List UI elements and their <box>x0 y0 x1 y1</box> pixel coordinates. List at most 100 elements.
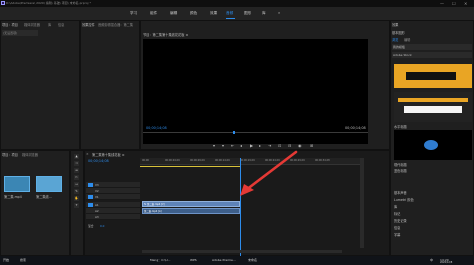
tab-info[interactable]: 信息 <box>58 22 64 27</box>
tab-audio-clip-mixer[interactable]: 音频剪辑混合器：第二集 <box>98 22 133 27</box>
lift-icon[interactable]: ⊡ <box>278 143 281 148</box>
workspace-assembly[interactable]: 组件 <box>150 11 157 16</box>
tab-effect-controls[interactable]: 效果控件 <box>82 22 95 27</box>
template-label-2: 现代标题 <box>394 163 407 167</box>
track-target-v3[interactable] <box>88 183 93 187</box>
essential-graphics-title[interactable]: 基本图形 <box>392 30 405 35</box>
step-back-icon[interactable]: ◂ <box>240 143 242 148</box>
compare-view-icon[interactable]: ⊞ <box>310 143 313 148</box>
template-tile-3[interactable] <box>394 130 472 160</box>
panel-markers[interactable]: 标记 <box>394 211 400 216</box>
mix-value[interactable]: 0.0 <box>100 224 104 228</box>
ruler-label-2: 00;00;09;29 <box>190 159 205 162</box>
ime-indicator[interactable]: 中 <box>430 258 433 262</box>
panel-captions[interactable]: 字幕 <box>394 232 400 237</box>
tab-browse[interactable]: 浏览 <box>392 37 398 42</box>
selection-tool-icon[interactable]: ▲ <box>74 154 79 159</box>
workspace-more[interactable]: » <box>278 11 280 15</box>
track-label-v1: V1 <box>95 195 99 199</box>
taskbar-date: 2020/12/8 <box>440 261 453 264</box>
pen-tool-icon[interactable]: ✎ <box>74 189 79 194</box>
project-panel <box>0 20 80 150</box>
panel-lumetri-color[interactable]: Lumetri 颜色 <box>394 197 414 202</box>
annotation-arrow <box>240 150 298 196</box>
timeline-tab-close[interactable]: × <box>86 152 89 156</box>
panel-history[interactable]: 历史记录 <box>394 218 407 223</box>
panel-libraries[interactable]: 库 <box>394 204 397 209</box>
export-frame-icon[interactable]: ◉ <box>298 143 302 148</box>
project-search-input[interactable]: (无设置项) <box>2 30 38 36</box>
clip-label-2: 第二集线... <box>36 195 52 199</box>
razor-tool-icon[interactable]: ✂ <box>74 175 79 180</box>
taskbar-app-explorer[interactable]: Meng：C:\U... <box>150 258 170 262</box>
close-window-button[interactable]: ✕ <box>464 1 467 6</box>
step-forward-icon[interactable]: ▸ <box>259 143 261 148</box>
mark-in-button[interactable]: ▾ <box>213 143 215 148</box>
workspace-learning[interactable]: 学习 <box>130 11 137 16</box>
clip-label-1: 第二集.mp4 <box>4 195 22 199</box>
track-label-a1: A1 <box>95 203 99 207</box>
slip-tool-icon[interactable]: ↔ <box>74 182 79 187</box>
video-clip[interactable]: fx 第二集.mp4 [V] <box>142 201 240 207</box>
program-playhead[interactable] <box>233 131 235 134</box>
start-button[interactable]: 开始 <box>3 258 9 262</box>
type-tool-icon[interactable]: T <box>74 203 79 208</box>
taskbar-search[interactable]: 搜索 <box>20 258 26 262</box>
tab-library[interactable]: 库 <box>48 22 51 27</box>
active-workspace-indicator <box>226 18 235 19</box>
track-select-tool-icon[interactable]: ⇒ <box>74 161 79 166</box>
audio-clip[interactable]: 第二集.mp4 [A] <box>142 208 240 214</box>
tab-edit[interactable]: 编辑 <box>404 37 410 42</box>
program-timecode-left[interactable]: 00;00;14;08 <box>146 126 167 130</box>
panel-info[interactable]: 信息 <box>394 225 400 230</box>
my-templates-select[interactable]: 我的模板 <box>392 44 472 50</box>
effects-header: 效果 <box>392 23 399 27</box>
windows-taskbar <box>0 256 474 265</box>
premiere-app-icon <box>1 1 5 5</box>
go-to-in-icon[interactable]: ⇤ <box>231 143 234 148</box>
template-label-3: 蓝色标题 <box>394 169 407 173</box>
ruler-label-0: 00;00 <box>142 159 149 162</box>
minimize-button[interactable]: — <box>440 1 444 6</box>
adobe-stock-option[interactable]: Adobe Stock <box>392 52 472 58</box>
timeline-vertical-scrollbar[interactable] <box>360 158 364 248</box>
go-to-out-icon[interactable]: ⇥ <box>268 143 271 148</box>
program-scrubber[interactable] <box>143 132 368 133</box>
template-tile-1[interactable] <box>394 64 472 88</box>
ruler-label-7: 00;00;34;28 <box>315 159 330 162</box>
workspace-graphics[interactable]: 图形 <box>244 11 251 16</box>
program-video-display <box>143 39 368 144</box>
workspace-editing[interactable]: 编辑 <box>170 11 177 16</box>
track-label-v2: V2 <box>95 189 99 193</box>
bin-tab-media-browser[interactable]: 媒体浏览器 <box>22 152 38 157</box>
play-button[interactable]: ▶ <box>250 143 253 148</box>
workspace-effects[interactable]: 效果 <box>210 11 217 16</box>
taskbar-app-premiere[interactable]: Adobe Premie... <box>212 258 236 262</box>
mark-out-button[interactable]: ▾ <box>222 143 224 148</box>
panel-basic-sound[interactable]: 基本声音 <box>394 190 407 195</box>
ruler-label-1: 00;00;04;29 <box>165 159 180 162</box>
maximize-button[interactable]: ☐ <box>452 1 456 6</box>
tab-project[interactable]: 项目：项目 <box>2 22 18 27</box>
work-area-bar[interactable] <box>140 166 240 167</box>
timeline-timecode[interactable]: 00;00;14;08 <box>88 159 109 163</box>
clip-thumbnail-1[interactable] <box>4 176 30 192</box>
hand-tool-icon[interactable]: ✋ <box>74 196 79 201</box>
timeline-sequence-tab[interactable]: 第二集第十集线花板 ≡ <box>92 152 124 157</box>
template-tile-2[interactable] <box>394 92 472 122</box>
program-monitor-title[interactable]: 节目：第二集第十集线花花板 ≡ <box>143 32 188 37</box>
bin-panel <box>0 150 70 256</box>
track-target-a1[interactable] <box>88 203 93 207</box>
taskbar-app-wps[interactable]: WPS <box>190 258 197 262</box>
track-target-v1[interactable] <box>88 195 93 199</box>
bin-tab-project[interactable]: 项目：项目 <box>2 152 18 157</box>
extract-icon[interactable]: ⊟ <box>288 143 291 148</box>
workspace-libraries[interactable]: 库 <box>262 11 266 16</box>
workspace-audio[interactable]: 音频 <box>226 11 233 16</box>
workspace-color[interactable]: 颜色 <box>190 11 197 16</box>
clip-thumbnail-2[interactable] <box>36 176 62 192</box>
taskbar-app-untitled[interactable]: 未命名 <box>248 258 257 262</box>
tab-media-browser[interactable]: 媒体浏览器 <box>24 22 40 27</box>
ripple-edit-tool-icon[interactable]: ⇹ <box>74 168 79 173</box>
timeline-horizontal-scrollbar[interactable] <box>142 250 342 253</box>
